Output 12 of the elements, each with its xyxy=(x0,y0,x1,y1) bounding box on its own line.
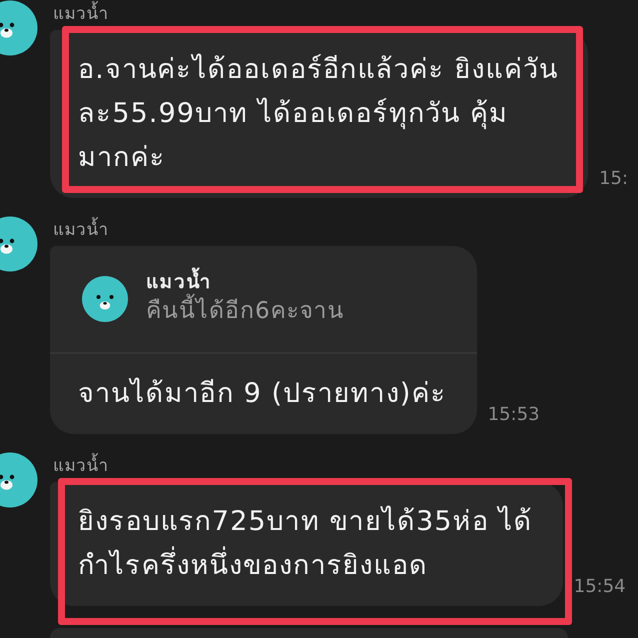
message-text: อ.จานค่ะได้ออเดอร์อีกแล้วค่ะ ยิงแค่วัน ละ55.99บาท ได้ออเดอร์ทุกวัน คุ้ม มากค่ะ xyxy=(77,52,560,175)
avatar-icon[interactable] xyxy=(0,216,38,272)
avatar-icon[interactable] xyxy=(0,0,38,56)
timestamp: 15: xyxy=(599,168,628,189)
avatar-icon xyxy=(82,276,128,322)
timestamp: 15:54 xyxy=(574,576,626,597)
quoted-message-text: คืนนี้ได้อีก6คะจาน xyxy=(146,294,345,328)
quoted-sender-name: แมวน้ำ xyxy=(146,270,212,294)
avatar-icon[interactable] xyxy=(0,452,38,508)
message-text: จานได้มาอีก 9 (ปรายทาง)ค่ะ xyxy=(77,376,448,411)
message-text: ยิงรอบแรก725บาท ขายได้35ห่อ ได้ กำไรครึ่งหนึ่งของการยิงแอด xyxy=(77,504,534,583)
timestamp: 15:53 xyxy=(488,404,540,425)
